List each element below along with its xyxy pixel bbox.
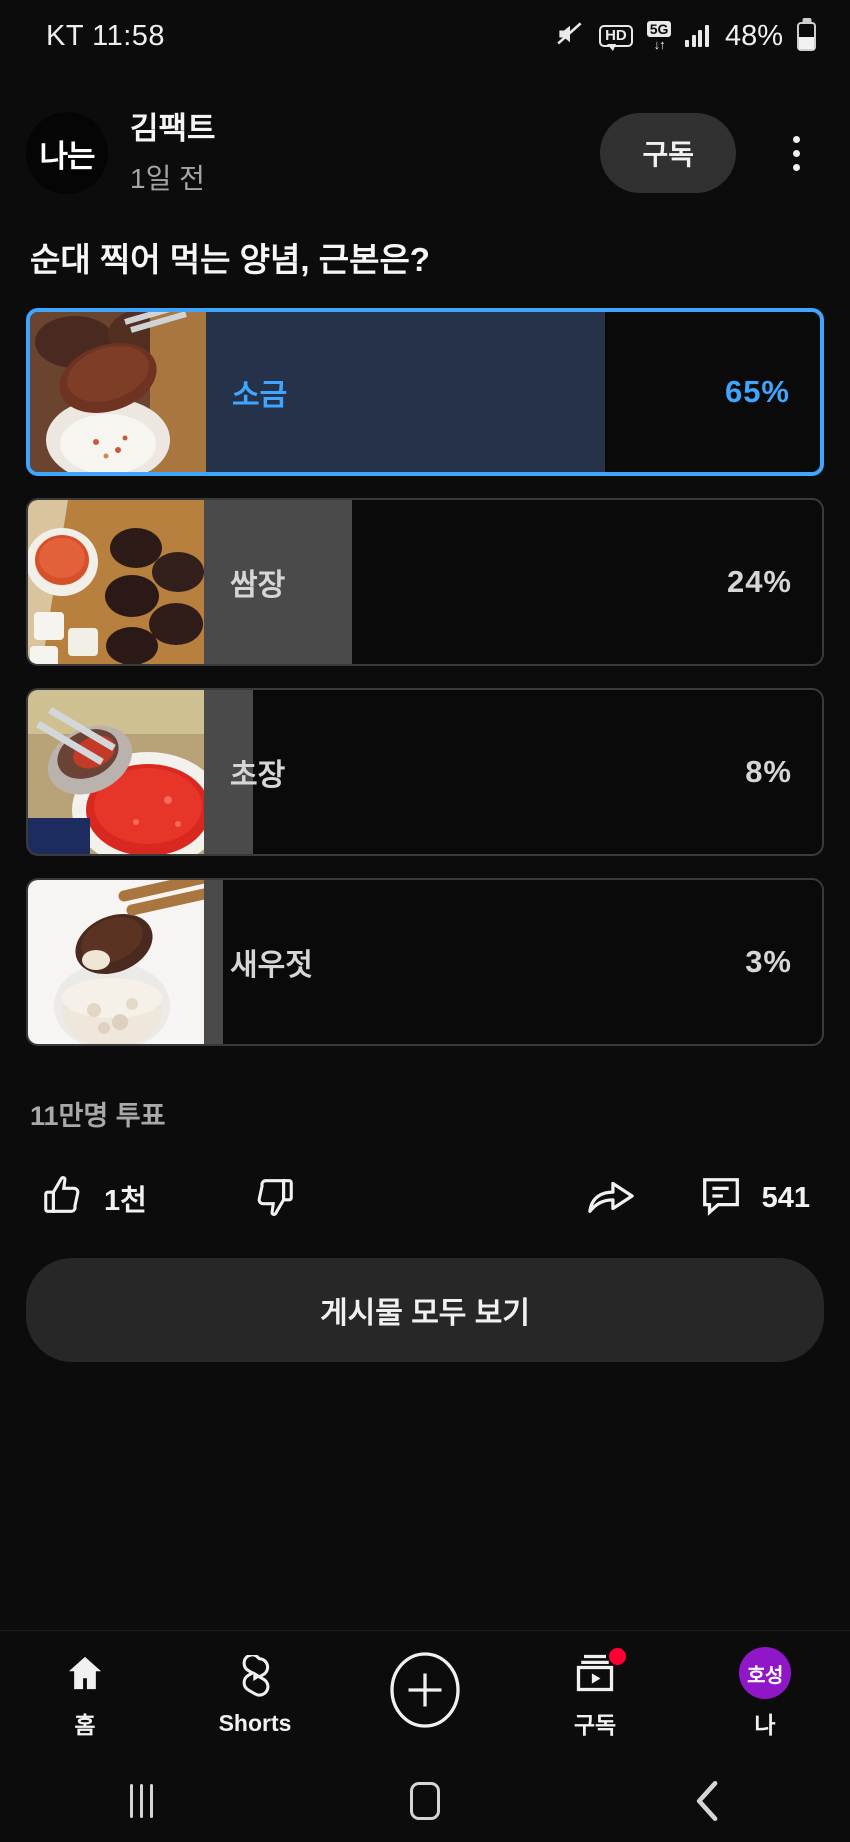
thumbs-up-icon xyxy=(40,1173,86,1224)
account-avatar: 호성 xyxy=(739,1647,791,1699)
nav-label-you: 나 xyxy=(754,1712,776,1738)
poll-option-3[interactable]: 초장 8% xyxy=(26,687,824,856)
subscriptions-badge-dot xyxy=(609,1648,626,1665)
5g-icon: 5G ↓↑ xyxy=(646,21,672,52)
like-button[interactable]: 1천 xyxy=(40,1173,147,1224)
thumbs-down-icon xyxy=(251,1173,297,1224)
nav-label-subscriptions: 구독 xyxy=(573,1712,617,1738)
subscribe-button[interactable]: 구독 xyxy=(600,113,736,194)
battery-percent-label: 48% xyxy=(724,19,783,52)
poll-vote-count: 11만명 투표 xyxy=(30,1100,166,1131)
status-bar: KT 11:58 HD 5G ↓↑ 48% xyxy=(0,0,850,72)
poll-option-2-thumbnail xyxy=(28,499,204,664)
5g-label: 5G xyxy=(646,21,672,37)
back-chevron-icon[interactable] xyxy=(567,1778,850,1824)
comment-button[interactable]: 541 xyxy=(698,1173,810,1224)
see-all-posts-wrap: 게시물 모두 보기 xyxy=(0,1224,850,1362)
channel-header: 나는 김팩트 1일 전 구독 xyxy=(0,72,850,197)
channel-name[interactable]: 김팩트 xyxy=(130,110,578,149)
like-count: 1천 xyxy=(104,1185,147,1218)
channel-meta: 김팩트 1일 전 xyxy=(130,110,578,197)
signal-icon xyxy=(685,25,709,47)
action-bar: 1천 541 xyxy=(0,1133,850,1224)
poll-option-1-bar: 소금 65% xyxy=(206,311,820,472)
account-avatar-text: 호성 xyxy=(739,1647,791,1699)
poll-option-1-percent: 65% xyxy=(724,373,790,409)
hd-icon: HD xyxy=(599,25,633,51)
poll-option-2-bar: 쌈장 24% xyxy=(204,499,822,664)
comment-icon xyxy=(698,1173,744,1224)
nav-item-shorts[interactable]: Shorts xyxy=(170,1654,340,1737)
poll-option-2-label: 쌈장 xyxy=(230,568,286,602)
poll-option-4-bar: 새우젓 3% xyxy=(204,879,822,1044)
poll-option-1-thumbnail xyxy=(30,311,206,472)
poll-question: 순대 찍어 먹는 양념, 근본은? xyxy=(30,240,430,278)
home-square-icon[interactable] xyxy=(283,1782,566,1820)
poll-option-3-thumbnail xyxy=(28,689,204,854)
see-all-posts-button[interactable]: 게시물 모두 보기 xyxy=(26,1257,824,1362)
poll-option-1-label: 소금 xyxy=(232,378,288,412)
shorts-icon xyxy=(234,1654,276,1699)
dislike-button[interactable] xyxy=(251,1173,315,1224)
poll-option-3-percent: 8% xyxy=(745,753,792,789)
bottom-nav: 홈 Shorts 구독 호성 나 xyxy=(0,1630,850,1760)
recents-icon[interactable] xyxy=(0,1784,283,1818)
poll-option-3-label: 초장 xyxy=(230,758,286,792)
poll-option-4[interactable]: 새우젓 3% xyxy=(26,877,824,1046)
post-timestamp: 1일 전 xyxy=(130,162,205,194)
status-icons: HD 5G ↓↑ 48% xyxy=(555,20,816,53)
nav-item-home[interactable]: 홈 xyxy=(0,1651,170,1740)
share-icon xyxy=(586,1173,636,1224)
poll-option-1[interactable]: 소금 65% xyxy=(26,307,824,476)
nav-item-you[interactable]: 호성 나 xyxy=(680,1647,850,1740)
subscriptions-icon xyxy=(573,1648,626,1695)
comment-count: 541 xyxy=(761,1181,810,1214)
5g-arrows: ↓↑ xyxy=(653,37,666,52)
poll-option-4-thumbnail xyxy=(28,879,204,1044)
create-plus-icon xyxy=(386,1652,464,1728)
poll-option-2[interactable]: 쌈장 24% xyxy=(26,497,824,666)
poll-option-3-bar: 초장 8% xyxy=(204,689,822,854)
kebab-menu-icon[interactable] xyxy=(768,121,824,185)
nav-label-shorts: Shorts xyxy=(218,1709,292,1736)
share-button[interactable] xyxy=(586,1173,636,1224)
mute-icon xyxy=(555,21,585,52)
status-carrier-time: KT 11:58 xyxy=(46,19,166,52)
avatar[interactable]: 나는 xyxy=(26,112,108,195)
nav-item-create[interactable] xyxy=(340,1652,510,1728)
nav-label-home: 홈 xyxy=(74,1712,96,1738)
battery-icon xyxy=(797,21,816,51)
poll-options: 소금 65% 쌈장 24% 초장 8% 새우젓 3% xyxy=(0,282,850,1046)
phone-screen: KT 11:58 HD 5G ↓↑ 48% 나는 김팩트 1일 전 구독 순대 … xyxy=(0,0,850,1842)
poll-option-4-label: 새우젓 xyxy=(230,948,313,982)
nav-item-subscriptions[interactable]: 구독 xyxy=(510,1648,680,1740)
poll-option-2-percent: 24% xyxy=(726,563,792,599)
home-icon xyxy=(64,1651,106,1695)
poll-option-4-percent: 3% xyxy=(745,943,792,979)
system-nav-bar xyxy=(0,1760,850,1842)
